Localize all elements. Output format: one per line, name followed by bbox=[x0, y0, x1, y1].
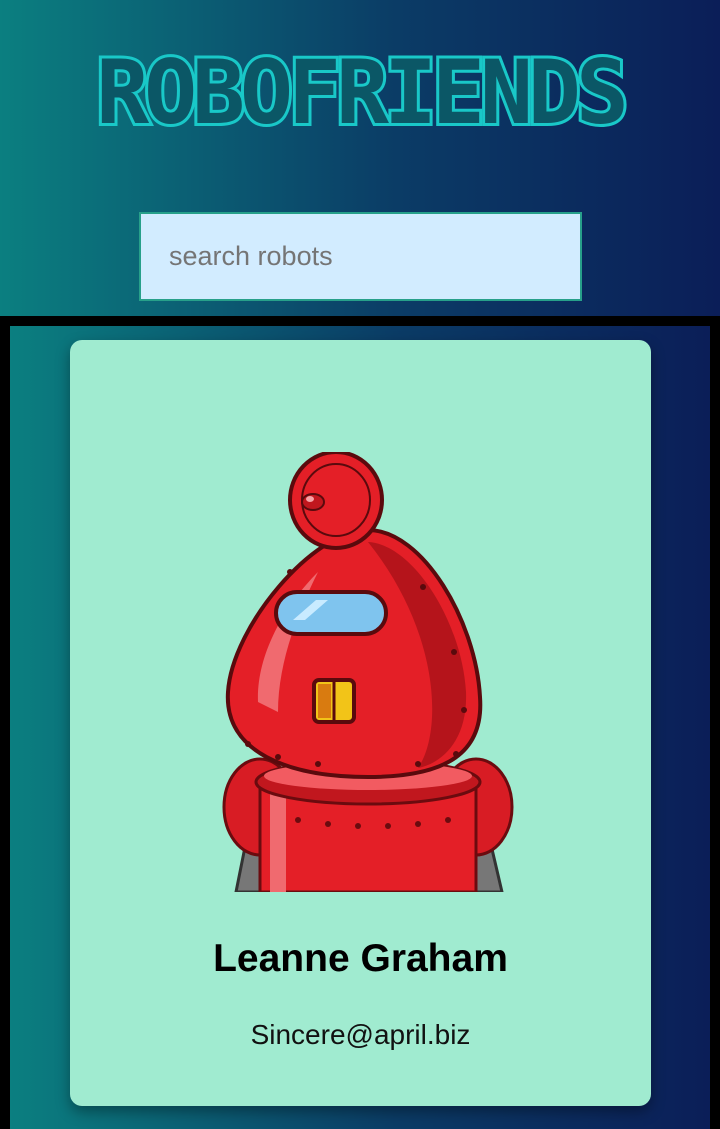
search-input[interactable] bbox=[139, 212, 582, 301]
app-title: ROBOFRIENDS bbox=[93, 38, 632, 147]
app-header: ROBOFRIENDS bbox=[0, 0, 720, 316]
robot-name: Leanne Graham bbox=[213, 937, 508, 980]
robot-email: Sincere@april.biz bbox=[250, 1019, 471, 1050]
red-robot-icon bbox=[222, 452, 514, 892]
robot-card[interactable]: Leanne Graham Sincere@april.biz bbox=[70, 340, 651, 1106]
robot-list-scroll-panel[interactable]: Leanne Graham Sincere@april.biz bbox=[0, 316, 720, 1129]
